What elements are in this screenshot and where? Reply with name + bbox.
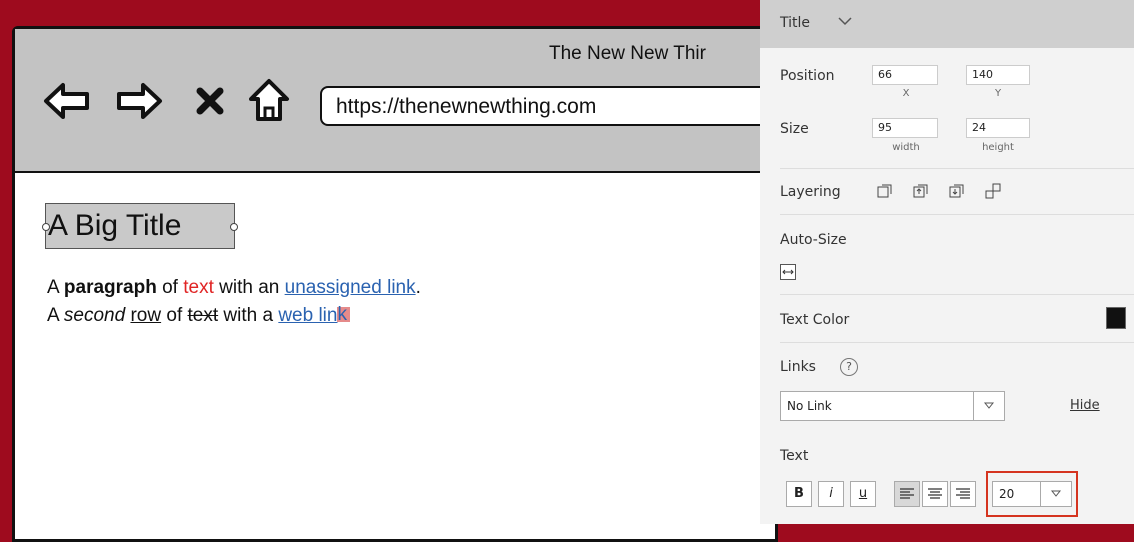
align-center-icon [928,488,942,499]
paragraph-row-2[interactable]: A second row of text with a web lin k [47,304,351,327]
properties-panel: Title Position 66 X 140 Y Size 95 width … [760,0,1134,524]
divider [780,342,1134,343]
strikethrough-text: text [187,305,219,326]
text-color-swatch[interactable] [1106,307,1126,329]
text-run: of [161,305,188,326]
send-to-back-icon[interactable] [984,182,1002,200]
size-width-label: width [892,142,920,153]
align-right-button[interactable] [950,481,976,507]
bring-forward-icon[interactable] [912,182,930,200]
link-select-button[interactable] [973,392,1004,420]
auto-size-toggle-icon[interactable] [780,264,796,280]
back-arrow-icon[interactable] [43,81,91,121]
position-label: Position [780,68,835,84]
text-run: A [47,277,64,298]
text-run: . [415,277,421,298]
text-run: with an [213,277,285,298]
size-height-label: height [982,142,1014,153]
align-right-icon [956,488,970,499]
resize-handle-left[interactable] [42,223,50,231]
panel-header[interactable]: Title [760,0,1134,48]
size-width-input[interactable]: 95 [872,118,938,138]
bring-to-front-icon[interactable] [876,182,894,200]
align-center-button[interactable] [922,481,948,507]
home-icon[interactable] [247,77,291,123]
forward-arrow-icon[interactable] [115,81,163,121]
text-section-label: Text [780,448,809,464]
layering-label: Layering [780,184,841,200]
link-select-value: No Link [787,399,832,413]
font-size-highlight-box [986,471,1078,517]
text-run: A [47,305,64,326]
underline-button[interactable]: u [850,481,876,507]
auto-size-label: Auto-Size [780,232,847,248]
underlined-text: row [130,305,162,326]
text-cursor-selection: k [337,304,351,325]
link-select[interactable]: No Link [780,391,1005,421]
url-field[interactable]: https://thenewnewthing.com [320,86,790,126]
web-link-text: web lin [278,305,338,326]
element-type-label: Title [780,15,811,31]
size-label: Size [780,121,809,137]
red-text: text [183,277,214,298]
close-x-icon[interactable] [195,86,225,116]
italic-text: second [63,305,126,326]
send-backward-icon[interactable] [948,182,966,200]
paragraph-row-1[interactable]: A paragraph of text with an unassigned l… [47,277,421,299]
dropdown-triangle-icon [983,402,995,409]
text-run: with a [218,305,279,326]
unassigned-link[interactable]: unassigned link [285,277,416,298]
position-x-input[interactable]: 66 [872,65,938,85]
big-title-element[interactable]: A Big Title [42,203,238,249]
align-left-button[interactable] [894,481,920,507]
big-title-text: A Big Title [48,209,182,242]
align-left-icon [900,488,914,499]
browser-toolbar: The New New Thir https://thenewnewthing.… [15,29,790,173]
divider [780,214,1134,215]
divider [780,294,1134,295]
resize-handle-right[interactable] [230,223,238,231]
position-y-label: Y [994,88,1002,99]
browser-mockup: The New New Thir https://thenewnewthing.… [12,26,790,542]
size-height-input[interactable]: 24 [966,118,1030,138]
links-label: Links [780,359,816,375]
text-run: of [156,277,184,298]
chevron-down-icon[interactable] [838,16,852,26]
position-x-label: X [902,88,910,99]
help-icon[interactable]: ? [840,358,858,376]
url-text: https://thenewnewthing.com [336,95,597,118]
browser-page-title: The New New Thir [549,43,706,64]
web-link-text-selected: k [337,304,347,325]
text-color-label: Text Color [780,312,850,328]
divider [780,168,1134,169]
bold-button[interactable]: B [786,481,812,507]
italic-button[interactable]: i [818,481,844,507]
hide-link[interactable]: Hide [1070,398,1100,413]
web-link[interactable]: web lin k [278,304,351,326]
bold-text: paragraph [63,277,157,298]
position-y-input[interactable]: 140 [966,65,1030,85]
